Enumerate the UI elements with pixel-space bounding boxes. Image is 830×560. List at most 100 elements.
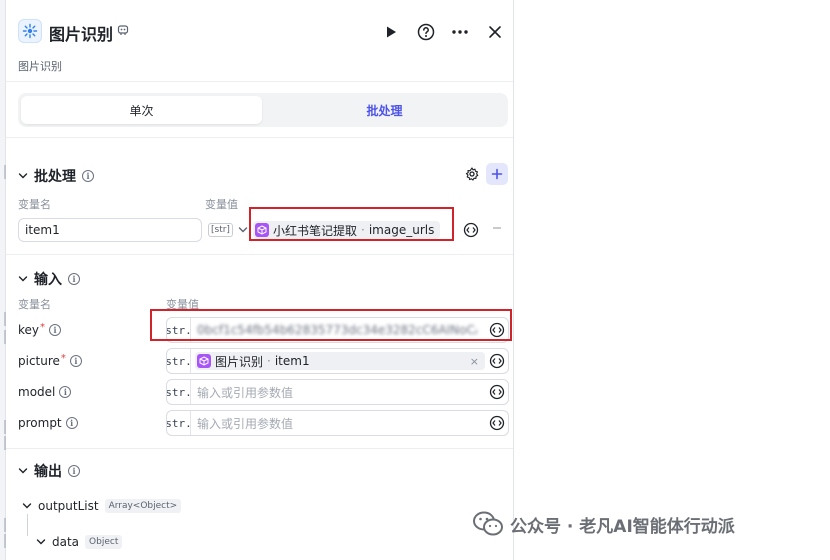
plus-icon [491,168,503,180]
close-button[interactable] [483,20,507,44]
input-name: model [18,385,56,399]
info-icon[interactable]: i [68,273,80,285]
prompt-input[interactable]: str. 输入或引用参数值 [166,410,509,436]
type-tag: str. [167,411,192,435]
ref-chip[interactable]: 图片识别 · item1 × [195,352,485,370]
watermark: 公众号 · 老凡AI智能体行动派 [472,510,735,538]
key-value: 0bcf1c54fb54b62835773dc34e3282cC6AINoCAf… [197,323,477,337]
required-mark: * [40,321,46,333]
type-tag: str. [167,318,192,342]
divider [6,448,513,449]
minus-icon [493,227,501,229]
type-tag: str. [167,380,192,404]
variable-icon [489,322,505,338]
required-mark: * [60,352,66,364]
batch-settings-button[interactable] [463,165,481,183]
chevron-down-icon [22,503,32,509]
info-icon[interactable]: i [65,417,78,429]
tab-batch[interactable]: 批处理 [264,96,505,124]
chevron-down-icon [238,227,248,233]
gear-icon [465,167,479,181]
ref-separator: · [361,223,365,237]
chevron-down-icon [18,276,28,282]
batch-variable-ref[interactable]: 小红书笔记提取 · image_urls [249,217,455,243]
run-button[interactable] [379,20,403,44]
insert-variable-button[interactable] [488,383,506,401]
add-batch-variable-button[interactable] [486,163,508,185]
input-label-prompt: prompt i [18,416,78,430]
wechat-icon [473,511,503,536]
node-cube-icon [197,354,211,368]
ref-chip[interactable]: 小红书笔记提取 · image_urls [253,221,441,239]
batch-col-name: 变量名 [18,198,51,211]
input-label-picture: picture * i [18,352,82,368]
output-section-title: 输出 [34,464,62,480]
insert-variable-button[interactable] [488,414,506,432]
input-label-model: model i [18,385,72,399]
more-icon [452,30,468,34]
type-badge: Object [85,535,123,549]
variable-icon [489,415,505,431]
ref-node-name: 图片识别 [215,354,264,369]
info-icon[interactable]: i [82,170,94,182]
help-button[interactable] [414,20,438,44]
batch-variable-name: item1 [25,223,60,237]
divider [6,137,513,138]
more-button[interactable] [448,20,472,44]
info-icon[interactable]: i [69,355,82,367]
chevron-down-icon [18,173,28,179]
chevron-down-icon [36,539,46,545]
batch-section-title: 批处理 [34,169,76,185]
node-config-panel: 图片识别 图片识别 单次 批处理 批处理 i 变量名 变量值 item1 [st… [6,0,514,560]
variable-icon [489,384,505,400]
edit-title-icon[interactable] [117,24,129,39]
batch-col-value: 变量值 [205,198,238,211]
node-description[interactable]: 图片识别 [18,58,62,74]
input-section-title: 输入 [34,272,62,288]
remove-batch-variable-button[interactable] [492,221,502,237]
insert-variable-button[interactable] [488,352,506,370]
ref-separator: · [267,354,271,368]
prompt-placeholder: 输入或引用参数值 [197,416,294,431]
batch-section-header[interactable]: 批处理 i [18,166,94,186]
input-name: key [18,323,40,337]
input-name: prompt [18,416,62,430]
chevron-down-icon [18,468,28,474]
output-item-data[interactable]: data Object [36,535,123,549]
type-badge: Array<Object> [104,499,182,513]
info-icon[interactable]: i [59,386,72,398]
info-icon[interactable]: i [49,324,62,336]
mode-switch: 单次 批处理 [18,93,508,127]
output-item-outputlist[interactable]: outputList Array<Object> [22,499,182,513]
picture-input[interactable]: str. 图片识别 · item1 × [166,348,509,374]
close-icon [489,26,501,38]
divider [6,254,513,255]
input-section-header[interactable]: 输入 i [18,269,80,289]
insert-variable-button[interactable] [488,321,506,339]
node-cube-icon [255,223,269,237]
output-name: data [52,535,80,549]
key-input[interactable]: str. 0bcf1c54fb54b62835773dc34e3282cC6AI… [166,317,509,343]
array-type-badge: [str] [208,223,233,237]
output-section-header[interactable]: 输出 i [18,461,80,481]
input-label-key: key * i [18,321,62,337]
ref-node-name: 小红书笔记提取 [273,223,358,238]
play-icon [387,26,396,38]
clear-ref-icon[interactable]: × [470,355,479,368]
batch-variable-name-input[interactable]: item1 [18,218,202,242]
model-input[interactable]: str. 输入或引用参数值 [166,379,509,405]
help-icon [417,23,435,41]
insert-variable-button[interactable] [462,221,480,239]
node-title[interactable]: 图片识别 [49,21,113,45]
image-recognition-node-icon [18,19,42,43]
ref-field-name: item1 [274,354,310,368]
info-icon[interactable]: i [68,465,80,477]
watermark-text: 公众号 · 老凡AI智能体行动派 [510,516,735,537]
input-col-name: 变量名 [18,298,51,311]
variable-icon [463,222,479,238]
tree-connector [27,514,28,536]
ref-field-name: image_urls [368,223,435,237]
batch-type-select[interactable]: [str] [208,218,248,242]
tab-single[interactable]: 单次 [21,96,262,124]
panel-header: 图片识别 图片识别 [6,0,513,82]
